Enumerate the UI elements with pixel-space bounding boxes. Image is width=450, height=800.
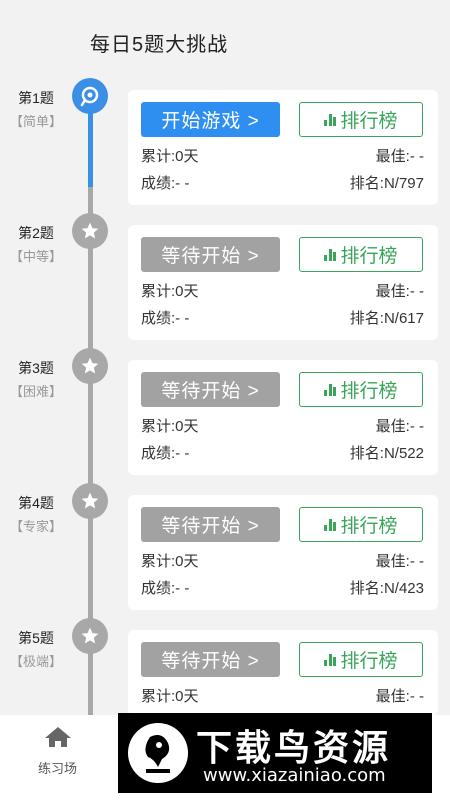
ranking: 排名:N/522 [349, 445, 424, 462]
tab-practice-label: 练习场 [37, 761, 77, 776]
bird-logo-icon [128, 723, 188, 783]
level-card-5: 等待开始 > 排行榜 累计:0天 最佳:- - [128, 630, 438, 715]
star-icon [72, 483, 108, 519]
ranking: 排名:N/617 [349, 310, 424, 327]
bar-chart-icon [324, 653, 337, 666]
leaderboard-label: 排行榜 [340, 516, 398, 537]
star-icon [72, 348, 108, 384]
level-difficulty: 【极端】 [9, 654, 62, 669]
total-days: 累计:0天 [141, 553, 199, 570]
watermark-title: 下载鸟资源 [196, 727, 392, 768]
total-days: 累计:0天 [141, 283, 199, 300]
wait-start-button[interactable]: 等待开始 > [141, 237, 280, 272]
star-icon [72, 618, 108, 654]
best-score: 最佳:- - [375, 418, 424, 435]
wait-start-button[interactable]: 等待开始 > [141, 507, 280, 542]
score: 成绩:- - [141, 580, 190, 597]
bar-chart-icon [324, 248, 337, 261]
watermark-banner: 下载鸟资源 www.xiazainiao.com [118, 713, 432, 793]
level-name: 第4题 [18, 495, 54, 511]
leaderboard-button[interactable]: 排行榜 [299, 237, 423, 272]
app-header: 每日5题大挑战 [0, 0, 450, 70]
best-score: 最佳:- - [375, 283, 424, 300]
star-icon [72, 213, 108, 249]
best-score: 最佳:- - [375, 553, 424, 570]
level-name: 第3题 [18, 360, 54, 376]
leaderboard-label: 排行榜 [340, 381, 398, 402]
bar-chart-icon [324, 113, 337, 126]
bar-chart-icon [324, 383, 337, 396]
level-card-1: 开始游戏 > 排行榜 累计:0天 最佳:- - 成绩:- - 排名:N/797 [128, 90, 438, 205]
leaderboard-label: 排行榜 [340, 651, 398, 672]
tab-practice[interactable]: 练习场 [30, 725, 85, 777]
ranking: 排名:N/797 [349, 175, 424, 192]
level-difficulty: 【困难】 [9, 384, 62, 399]
level-5-label: 第5题 【极端】 [6, 628, 66, 670]
leaderboard-label: 排行榜 [340, 111, 398, 132]
wait-start-button[interactable]: 等待开始 > [141, 372, 280, 407]
leaderboard-button[interactable]: 排行榜 [299, 102, 423, 137]
score: 成绩:- - [141, 175, 190, 192]
leaderboard-button[interactable]: 排行榜 [299, 507, 423, 542]
level-name: 第2题 [18, 225, 54, 241]
ranking: 排名:N/423 [349, 580, 424, 597]
level-3-label: 第3题 【困难】 [6, 358, 66, 400]
level-card-2: 等待开始 > 排行榜 累计:0天 最佳:- - 成绩:- - 排名:N/617 [128, 225, 438, 340]
level-difficulty: 【中等】 [9, 249, 62, 264]
page-title: 每日5题大挑战 [90, 34, 229, 56]
watermark-url: www.xiazainiao.com [203, 765, 386, 786]
level-2-label: 第2题 【中等】 [6, 223, 66, 265]
total-days: 累计:0天 [141, 418, 199, 435]
wait-start-button[interactable]: 等待开始 > [141, 642, 280, 677]
home-icon [44, 727, 71, 747]
leaderboard-button[interactable]: 排行榜 [299, 372, 423, 407]
location-pin-icon [72, 78, 108, 114]
total-days: 累计:0天 [141, 148, 199, 165]
score: 成绩:- - [141, 310, 190, 327]
score: 成绩:- - [141, 445, 190, 462]
level-difficulty: 【专家】 [9, 519, 62, 534]
level-card-3: 等待开始 > 排行榜 累计:0天 最佳:- - 成绩:- - 排名:N/522 [128, 360, 438, 475]
level-card-4: 等待开始 > 排行榜 累计:0天 最佳:- - 成绩:- - 排名:N/423 [128, 495, 438, 610]
best-score: 最佳:- - [375, 148, 424, 165]
level-difficulty: 【简单】 [9, 114, 62, 129]
start-game-button[interactable]: 开始游戏 > [141, 102, 280, 137]
leaderboard-label: 排行榜 [340, 246, 398, 267]
best-score: 最佳:- - [375, 688, 424, 705]
level-4-label: 第4题 【专家】 [6, 493, 66, 535]
total-days: 累计:0天 [141, 688, 199, 705]
level-name: 第1题 [18, 90, 54, 106]
bar-chart-icon [324, 518, 337, 531]
level-1-label: 第1题 【简单】 [6, 88, 66, 130]
level-name: 第5题 [18, 630, 54, 646]
leaderboard-button[interactable]: 排行榜 [299, 642, 423, 677]
